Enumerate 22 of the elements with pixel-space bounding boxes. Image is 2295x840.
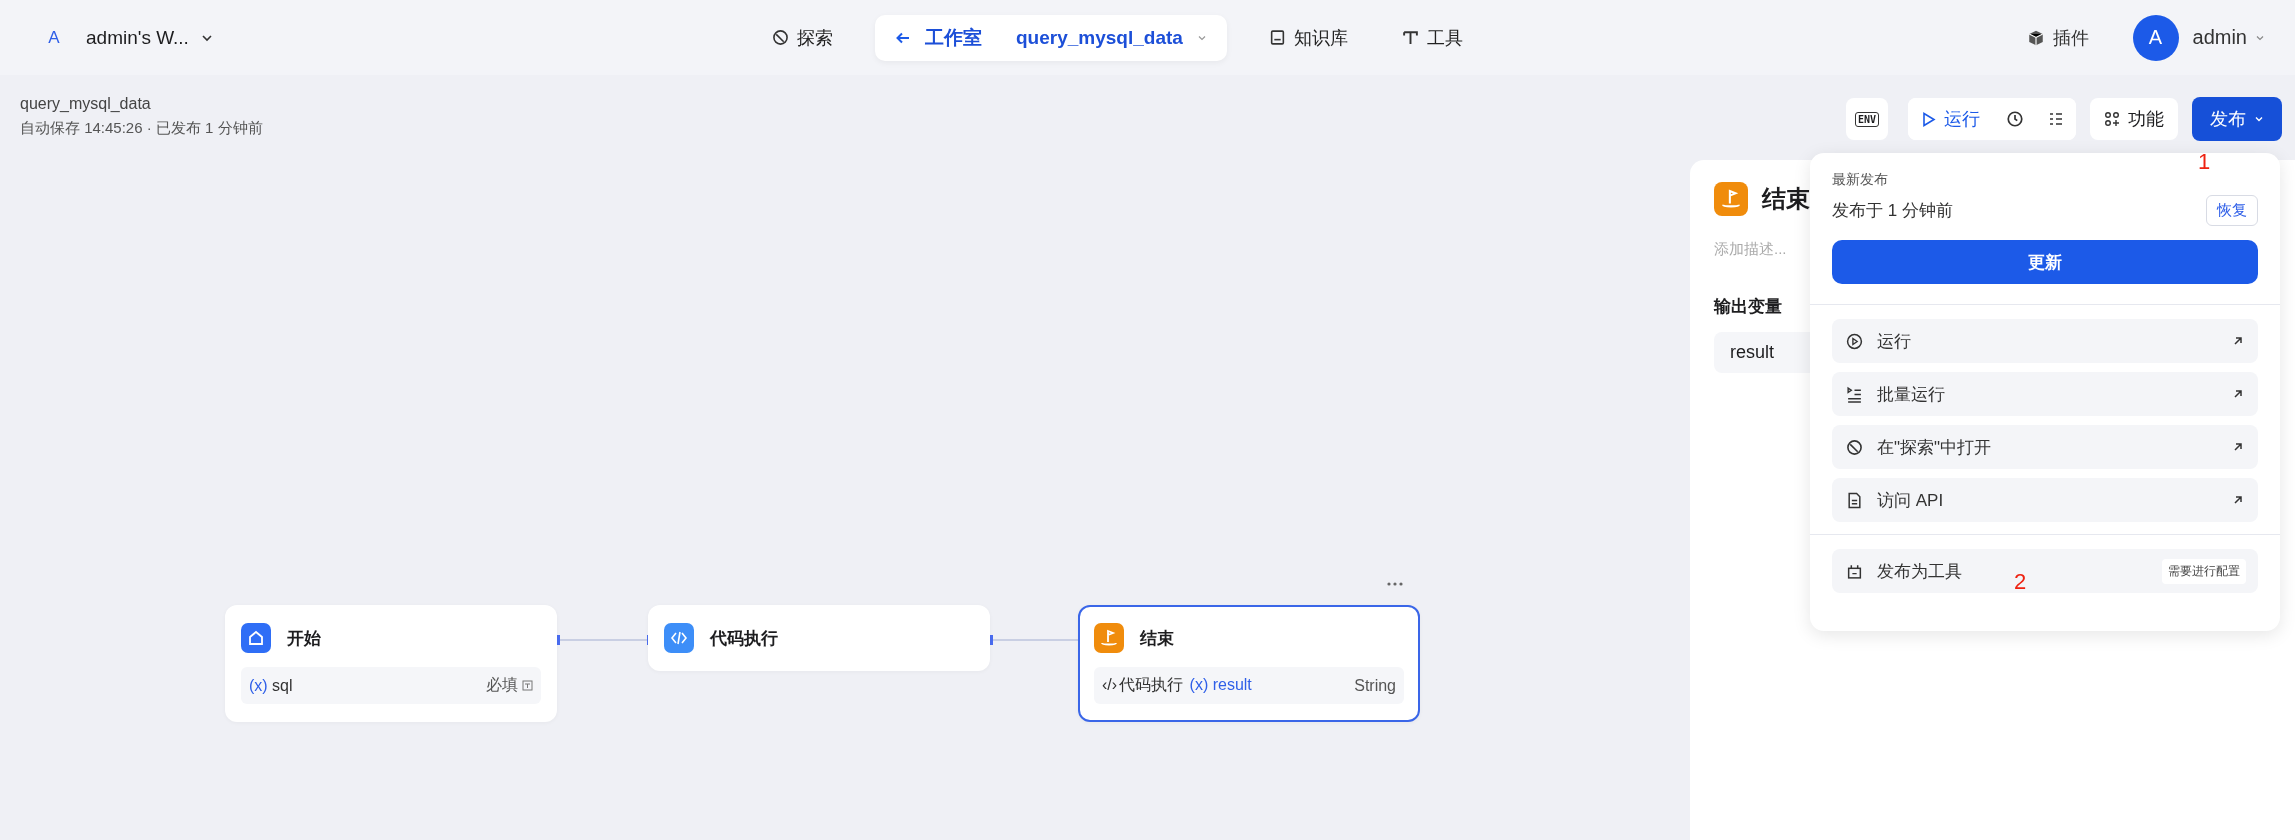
annotation-number: 1 xyxy=(2198,149,2211,175)
annotation-number: 2 xyxy=(2014,569,2027,595)
source-node-name: 代码执行 xyxy=(1119,676,1184,693)
variable-icon: (x) xyxy=(1189,676,1209,693)
variable-name: result xyxy=(1212,676,1252,693)
app-title: query_mysql_data xyxy=(20,95,152,113)
variable-icon: (x) xyxy=(249,676,268,694)
save-status: 自动保存 14:45:26 · 已发布 1 分钟前 xyxy=(20,119,263,138)
variable-type: String xyxy=(1354,676,1396,695)
node-title: 开始 xyxy=(287,627,321,650)
section-title: 输出变量 xyxy=(1714,296,1783,318)
required-label: 必填 xyxy=(486,675,518,695)
panel-title: 结束 xyxy=(1762,184,1810,214)
menu-heading: 最新发布 xyxy=(1832,171,1889,189)
node-title: 结束 xyxy=(1140,627,1174,650)
studio-label: 工作室 xyxy=(925,25,982,50)
code-icon: ‹/› xyxy=(1102,676,1118,693)
workspace-avatar: A xyxy=(47,27,61,48)
node-title: 代码执行 xyxy=(710,627,778,650)
config-badge: 需要进行配置 xyxy=(2162,558,2246,584)
variable-name: sql xyxy=(272,676,293,694)
publish-time: 发布于 1 分钟前 xyxy=(1832,200,1953,222)
